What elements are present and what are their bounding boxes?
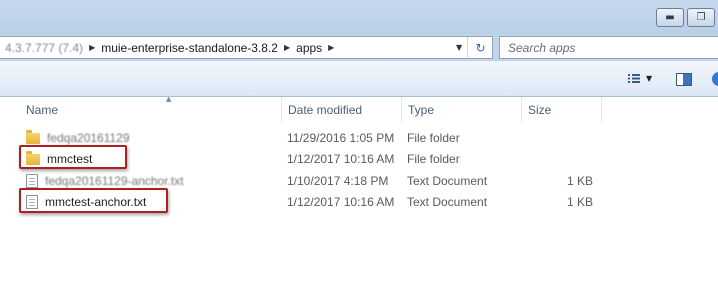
window-controls: ▬ ❐ (656, 8, 718, 27)
file-name: fedqa20161129 (47, 131, 130, 145)
refresh-button[interactable]: ↻ (467, 37, 493, 58)
document-icon (26, 174, 38, 188)
view-dropdown-icon[interactable]: ▼ (646, 74, 652, 83)
maximize-icon: ❐ (696, 11, 706, 23)
minimize-icon: ▬ (665, 11, 675, 23)
column-header-name-label: Name (26, 102, 59, 117)
column-header-date-label: Date modified (288, 102, 363, 117)
address-bar[interactable]: 4.3.7.777 (7.4) ▶ muie-enterprise-standa… (0, 36, 493, 59)
search-box[interactable] (499, 36, 718, 59)
file-date: 11/29/2016 1:05 PM (287, 131, 395, 145)
help-icon[interactable] (712, 72, 718, 86)
column-header-type-label: Type (408, 102, 435, 117)
title-bar: ▬ ❐ (0, 0, 718, 34)
file-date: 1/12/2017 10:16 AM (287, 152, 395, 166)
file-name: fedqa20161129-anchor.txt (45, 174, 184, 188)
column-header-size[interactable]: Size (522, 97, 602, 122)
file-size (527, 148, 593, 170)
column-header-size-label: Size (528, 102, 552, 117)
toolbar: ▼ (0, 61, 718, 97)
column-header-date[interactable]: Date modified (282, 97, 402, 122)
minimize-button[interactable]: ▬ (656, 8, 684, 27)
file-date: 1/10/2017 4:18 PM (287, 174, 389, 188)
file-type: Text Document (407, 195, 488, 209)
file-type: File folder (407, 152, 460, 166)
preview-pane-icon[interactable] (676, 73, 692, 86)
highlight-box-mmctest-anchor (19, 188, 168, 213)
file-type: Text Document (407, 174, 488, 188)
folder-icon (26, 129, 40, 144)
file-size: 1 KB (566, 174, 593, 188)
address-dropdown-icon[interactable]: ▼ (456, 43, 462, 52)
breadcrumb-obscured[interactable]: 4.3.7.777 (7.4) (0, 41, 83, 55)
breadcrumb-separator-icon[interactable]: ▶ (278, 43, 290, 52)
column-header-name[interactable]: Name ▲ (20, 95, 282, 122)
file-date: 1/12/2017 10:16 AM (287, 195, 395, 209)
breadcrumb-apps[interactable]: apps (290, 41, 322, 55)
search-input[interactable] (508, 40, 698, 55)
column-headers: Name ▲ Date modified Type Size (0, 95, 718, 122)
breadcrumb-separator-icon[interactable]: ▶ (83, 43, 95, 52)
view-options-icon[interactable] (628, 74, 640, 83)
file-size (527, 127, 593, 149)
breadcrumb-muie[interactable]: muie-enterprise-standalone-3.8.2 (95, 41, 278, 55)
file-type: File folder (407, 131, 460, 145)
navigation-bar: 4.3.7.777 (7.4) ▶ muie-enterprise-standa… (0, 34, 718, 61)
highlight-box-mmctest (19, 145, 127, 169)
file-size: 1 KB (566, 195, 593, 209)
column-header-type[interactable]: Type (402, 97, 522, 122)
maximize-button[interactable]: ❐ (687, 8, 715, 27)
sort-ascending-icon: ▲ (166, 95, 172, 103)
breadcrumb-separator-icon[interactable]: ▶ (322, 43, 334, 52)
